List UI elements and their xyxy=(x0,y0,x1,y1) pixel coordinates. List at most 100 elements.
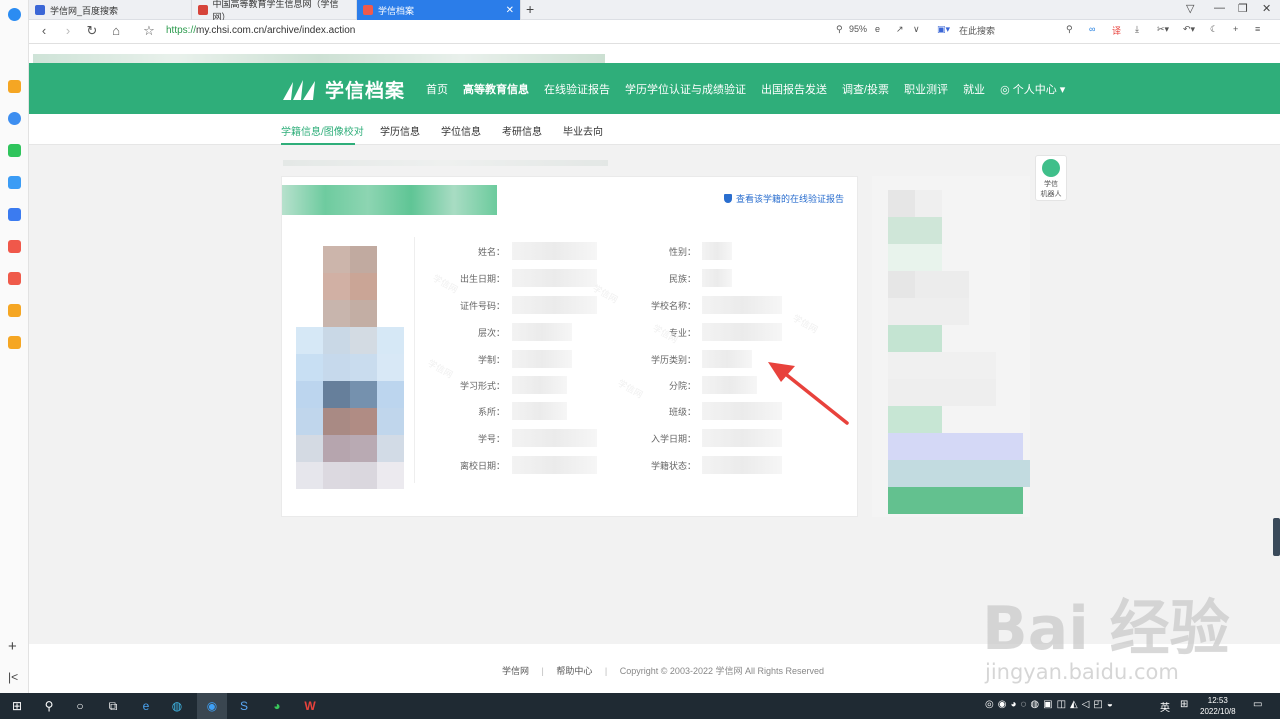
add-icon[interactable]: + xyxy=(1233,24,1238,34)
home-icon[interactable]: ⌂ xyxy=(105,23,127,38)
task-view-icon[interactable]: ⧉ xyxy=(106,699,120,713)
new-tab-button[interactable]: + xyxy=(526,1,534,17)
zoom-icon[interactable]: ⚲ xyxy=(836,24,843,35)
subnav-postgrad[interactable]: 考研信息 xyxy=(502,123,542,138)
undo-icon[interactable]: ↶▾ xyxy=(1183,24,1195,35)
nav-degree-certification[interactable]: 学历学位认证与成绩验证 xyxy=(625,81,746,97)
forward-icon[interactable]: › xyxy=(57,23,79,38)
cortana-icon[interactable]: ○ xyxy=(73,699,87,713)
tray-icons[interactable]: ◎◉◕◌◍▣◫◭◁◰◒ xyxy=(985,699,1117,710)
search-tool-icon[interactable] xyxy=(8,304,21,317)
tab-baidu-search[interactable]: 学信网_百度搜索 xyxy=(29,0,192,20)
close-tab-icon[interactable]: ✕ xyxy=(506,5,514,16)
download-icon[interactable]: ⤓ xyxy=(1135,24,1139,35)
red-arrow-annotation xyxy=(768,362,849,425)
ime-indicator[interactable]: 英 xyxy=(1160,699,1170,714)
footer-link-chsi[interactable]: 学信网 xyxy=(502,666,529,676)
value-redacted xyxy=(512,350,572,368)
night-mode-icon[interactable]: ☾ xyxy=(1210,24,1218,35)
nav-higher-education[interactable]: 高等教育信息 xyxy=(463,81,529,97)
maximize-icon[interactable]: ❐ xyxy=(1238,2,1248,15)
nav-employment[interactable]: 就业 xyxy=(963,81,985,97)
share-icon[interactable]: ↗ xyxy=(896,24,904,35)
scissors-icon[interactable]: ✂▾ xyxy=(1157,24,1169,35)
bookmark-star-icon[interactable]: ☆ xyxy=(138,23,160,39)
browser-tab-strip: 学信网_百度搜索 中国高等教育学生信息网（学信网） 学信档案 ✕ + ▽ — ❐… xyxy=(0,0,1280,22)
nav-survey[interactable]: 调查/投票 xyxy=(842,81,889,97)
label-class: 班级： xyxy=(668,407,696,417)
subnav-education[interactable]: 学历信息 xyxy=(380,123,420,138)
back-icon[interactable]: ‹ xyxy=(33,23,55,38)
translate-icon[interactable]: 译 xyxy=(1112,24,1121,37)
tab-chsi[interactable]: 中国高等教育学生信息网（学信网） xyxy=(192,0,357,22)
search-input[interactable]: 在此搜索 xyxy=(959,24,995,37)
separator: | xyxy=(604,666,608,676)
value-redacted xyxy=(512,323,572,341)
label-school-name: 学校名称： xyxy=(650,301,696,311)
add-app-icon[interactable]: + xyxy=(8,638,17,655)
reload-icon[interactable]: ↻ xyxy=(81,23,103,39)
language-icon[interactable]: ⊞ xyxy=(1180,699,1188,710)
system-clock[interactable]: 12:53 2022/10/8 xyxy=(1200,695,1236,717)
site-logo[interactable]: 学信档案 xyxy=(281,76,405,103)
extension-infinity-icon[interactable]: ∞ xyxy=(1089,24,1095,34)
notification-icon[interactable]: ▭ xyxy=(1253,699,1262,710)
menu-icon[interactable]: ≡ xyxy=(1255,24,1260,34)
collapse-sidebar-icon[interactable]: |< xyxy=(8,670,18,684)
close-window-icon[interactable]: ✕ xyxy=(1262,2,1271,15)
label-department: 系所： xyxy=(477,407,505,417)
zoom-level[interactable]: 95% xyxy=(849,24,867,34)
value-redacted xyxy=(702,376,757,394)
subnav-degree[interactable]: 学位信息 xyxy=(441,123,481,138)
user-icon: ◎ xyxy=(1000,83,1013,96)
ie-icon[interactable]: e xyxy=(139,699,153,713)
wechat-icon[interactable]: ◕ xyxy=(270,699,284,713)
game-icon[interactable] xyxy=(8,208,21,221)
tab-archive[interactable]: 学信档案 ✕ xyxy=(357,0,521,20)
minimize-icon[interactable]: — xyxy=(1214,2,1225,14)
robot-assistant[interactable]: 学信 机器人 xyxy=(1035,155,1067,201)
clock-time: 12:53 xyxy=(1207,696,1228,705)
photo-icon[interactable] xyxy=(8,240,21,253)
url-scheme: https:// xyxy=(166,25,197,36)
dropdown-icon[interactable]: ∨ xyxy=(913,24,920,35)
nav-home[interactable]: 首页 xyxy=(426,81,448,97)
nav-career-test[interactable]: 职业测评 xyxy=(904,81,948,97)
divider xyxy=(414,237,415,483)
label-gender: 性别： xyxy=(668,247,696,257)
notes-icon[interactable] xyxy=(8,80,21,93)
sogou-icon[interactable]: S xyxy=(237,699,251,713)
ie-mode-icon[interactable]: e xyxy=(875,24,880,34)
clock-icon[interactable] xyxy=(8,112,21,125)
subnav-enrollment[interactable]: 学籍信息/图像校对 xyxy=(281,123,364,138)
windows-start-icon[interactable]: ⊞ xyxy=(10,699,24,713)
reader-icon[interactable] xyxy=(8,336,21,349)
url-field[interactable]: https://my.chsi.com.cn/archive/index.act… xyxy=(166,25,355,36)
nav-online-verification[interactable]: 在线验证报告 xyxy=(544,81,610,97)
browser-logo-icon[interactable] xyxy=(8,8,21,21)
baidu-search-engine-icon[interactable]: ▣▾ xyxy=(937,24,950,35)
redacted-school-title xyxy=(282,185,497,215)
wechat-icon[interactable] xyxy=(8,144,21,157)
scroll-widget[interactable] xyxy=(1273,518,1280,556)
cloud-upload-icon[interactable] xyxy=(8,176,21,189)
pdf-icon[interactable] xyxy=(8,272,21,285)
subnav-graduation[interactable]: 毕业去向 xyxy=(563,123,603,138)
search-icon[interactable]: ⚲ xyxy=(1066,24,1073,35)
nav-overseas-report[interactable]: 出国报告发送 xyxy=(761,81,827,97)
skin-icon[interactable]: ▽ xyxy=(1186,2,1194,15)
sub-nav: 学籍信息/图像校对 学历信息 学位信息 考研信息 毕业去向 xyxy=(29,114,1280,145)
browser-icon[interactable]: ◉ xyxy=(205,699,219,713)
footer-link-help[interactable]: 帮助中心 xyxy=(556,666,592,676)
tab-title: 学信档案 xyxy=(378,5,415,16)
tab-title: 学信网_百度搜索 xyxy=(50,5,119,16)
label-level: 层次： xyxy=(477,328,505,338)
wps-icon[interactable]: W xyxy=(303,699,317,713)
edge-icon[interactable]: ◍ xyxy=(170,699,184,713)
search-icon[interactable]: ⚲ xyxy=(42,699,56,713)
watermark: 学信网 xyxy=(791,312,820,336)
nav-user-center[interactable]: ◎ 个人中心 ▾ xyxy=(1000,81,1065,97)
robot-icon xyxy=(1042,159,1060,177)
logo-text: 学信档案 xyxy=(325,81,406,102)
verify-report-link[interactable]: 查看该学籍的在线验证报告 xyxy=(723,192,844,205)
